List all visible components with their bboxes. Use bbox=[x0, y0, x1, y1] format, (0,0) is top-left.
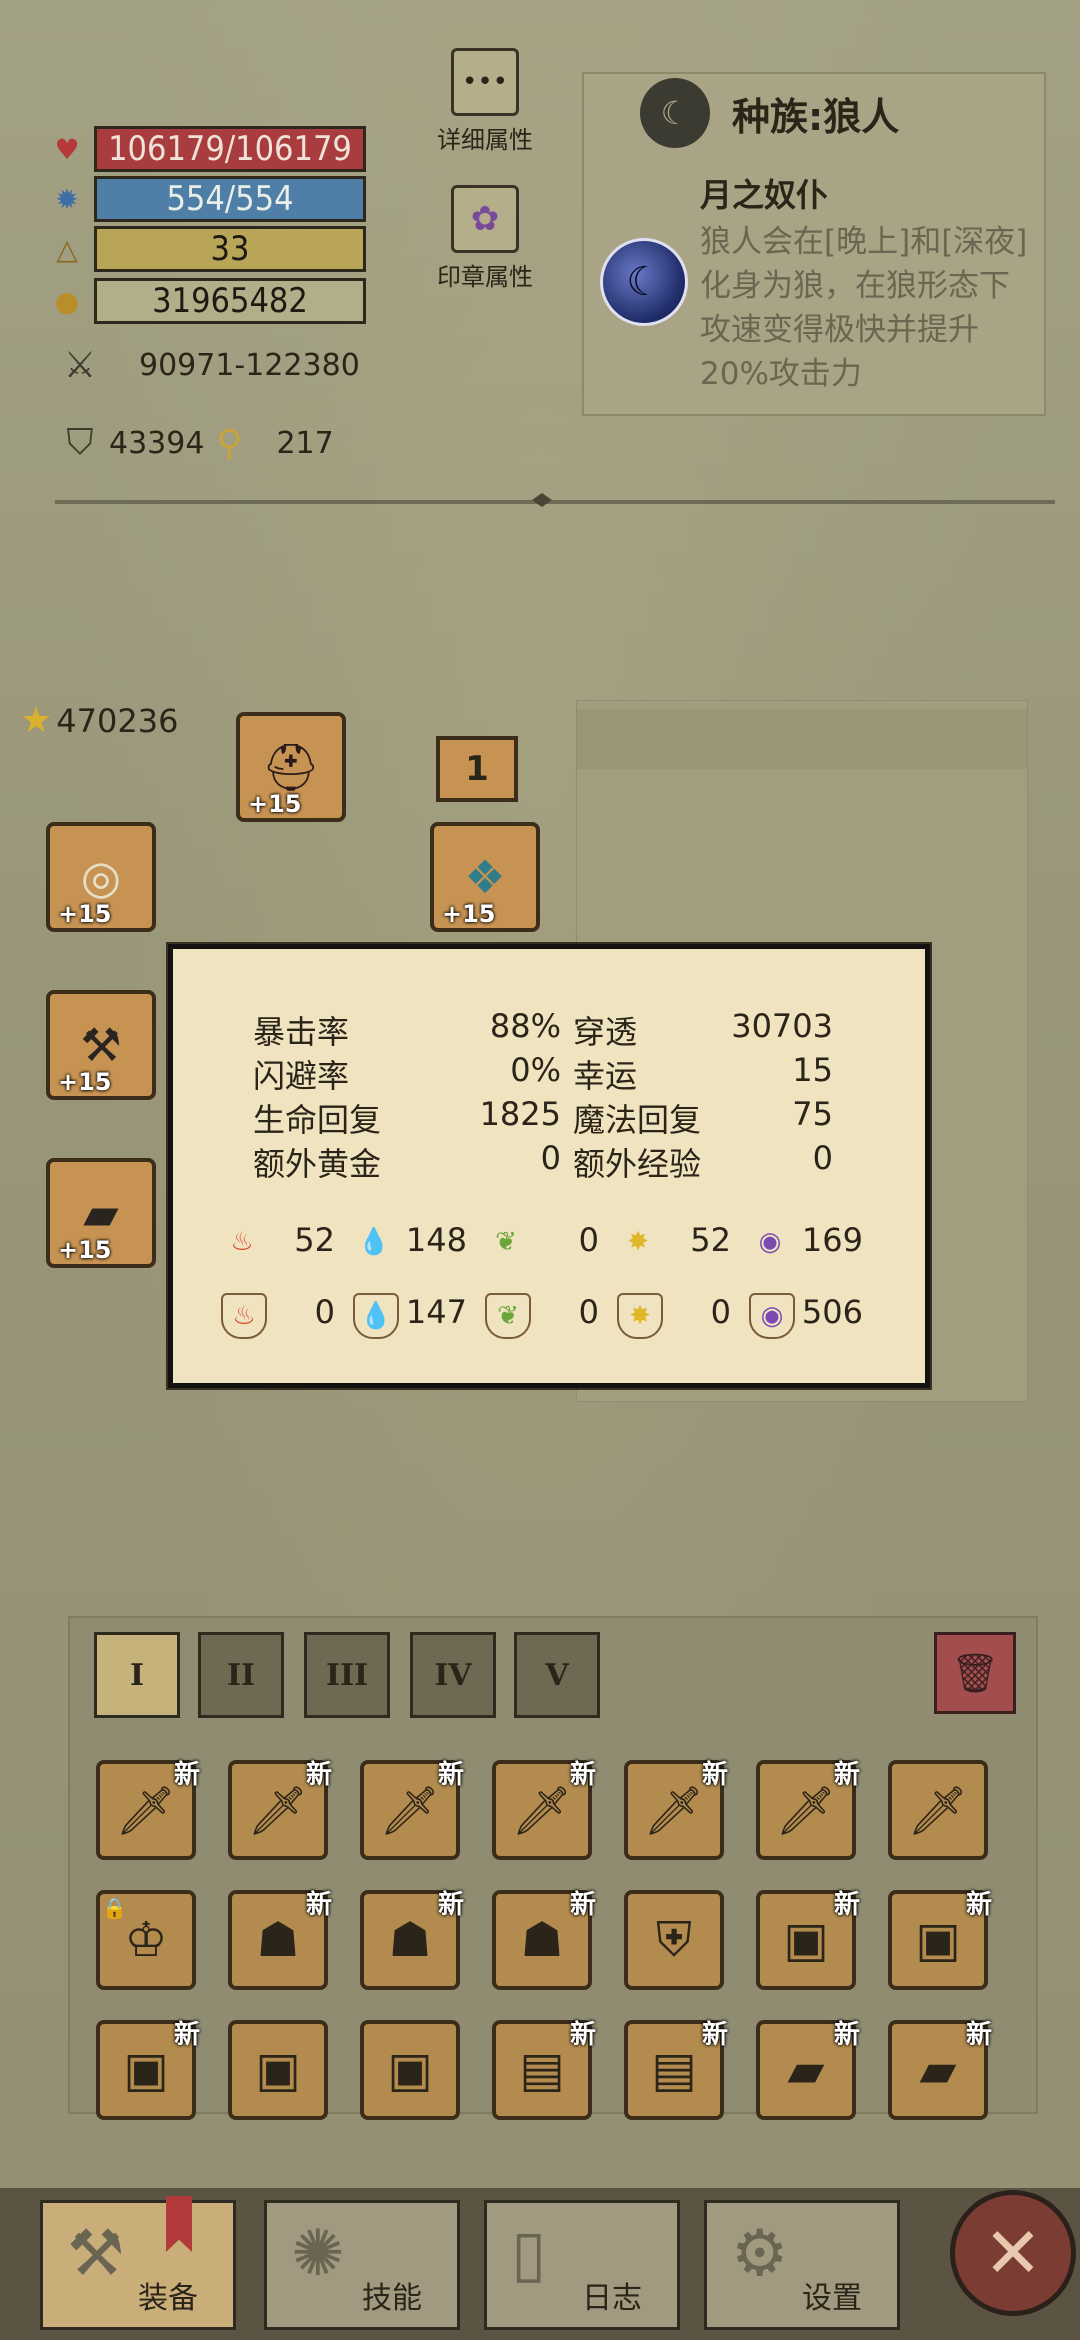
boots-icon: ▰ bbox=[787, 2042, 825, 2098]
dagger-icon: 🗡 bbox=[379, 1782, 441, 1839]
inventory-item[interactable]: ▰ 新 bbox=[756, 2020, 860, 2120]
inventory-item[interactable]: ☗ 新 bbox=[360, 1890, 464, 1990]
chest-armor-icon: ▣ bbox=[123, 2042, 169, 2098]
axe-icon: ⚒ bbox=[67, 2217, 125, 2291]
dagger-icon: 🗡 bbox=[643, 1782, 705, 1839]
nav-skill[interactable]: ✺ 技能 bbox=[264, 2200, 460, 2330]
dagger-icon: 🗡 bbox=[907, 1782, 969, 1839]
gear-icon: ⚙ bbox=[731, 2217, 789, 2291]
tab-page-1[interactable]: I bbox=[94, 1632, 180, 1718]
chest-armor-icon: ▣ bbox=[783, 1912, 829, 1968]
horned-helmet-icon: ☗ bbox=[388, 1912, 432, 1968]
nav-settings[interactable]: ⚙ 设置 bbox=[704, 2200, 900, 2330]
nav-equip[interactable]: ⚒ 装备 bbox=[40, 2200, 236, 2330]
inventory-item[interactable]: ▣ 新 bbox=[756, 1890, 860, 1990]
skill-sigil-icon: ✺ bbox=[291, 2217, 345, 2291]
inventory-item[interactable]: ⛨ bbox=[624, 1890, 724, 1990]
leg-armor-icon: ▤ bbox=[519, 2042, 565, 2098]
chest-armor-icon: ▣ bbox=[387, 2042, 433, 2098]
boots-icon: ▰ bbox=[919, 2042, 957, 2098]
leg-armor-icon: ▤ bbox=[651, 2042, 697, 2098]
inventory-item[interactable]: 🗡 新 bbox=[492, 1760, 596, 1860]
horned-helmet-icon: ☗ bbox=[256, 1912, 300, 1968]
tab-page-3[interactable]: III bbox=[304, 1632, 390, 1718]
trash-icon[interactable]: 🗑 bbox=[934, 1632, 1016, 1714]
dagger-icon: 🗡 bbox=[247, 1782, 309, 1839]
chest-armor-icon: ▣ bbox=[915, 1912, 961, 1968]
inventory-item[interactable]: 🗡 新 bbox=[756, 1760, 860, 1860]
inventory-item[interactable]: ▣ bbox=[360, 2020, 460, 2120]
nav-log[interactable]: ▯ 日志 bbox=[484, 2200, 680, 2330]
chest-armor-icon: ▣ bbox=[255, 2042, 301, 2098]
tab-page-5[interactable]: V bbox=[514, 1632, 600, 1718]
tab-page-2[interactable]: II bbox=[198, 1632, 284, 1718]
inventory-item[interactable]: 🔒 ♔ bbox=[96, 1890, 196, 1990]
dagger-icon: 🗡 bbox=[511, 1782, 573, 1839]
inventory-item[interactable]: 🗡 新 bbox=[228, 1760, 332, 1860]
inventory-item[interactable]: 🗡 bbox=[888, 1760, 988, 1860]
dagger-icon: 🗡 bbox=[115, 1782, 177, 1839]
inventory-item[interactable]: 🗡 新 bbox=[96, 1760, 200, 1860]
inventory-item[interactable]: 🗡 新 bbox=[360, 1760, 464, 1860]
inventory-item[interactable]: ▣ 新 bbox=[96, 2020, 200, 2120]
inventory-item[interactable]: ▣ bbox=[228, 2020, 328, 2120]
circlet-icon: ♔ bbox=[124, 1912, 168, 1968]
lock-icon: 🔒 bbox=[102, 1896, 127, 1920]
tab-page-4[interactable]: IV bbox=[410, 1632, 496, 1718]
close-icon[interactable]: ✕ bbox=[950, 2190, 1076, 2316]
inventory-item[interactable]: ☗ 新 bbox=[228, 1890, 332, 1990]
inventory-item[interactable]: ▣ 新 bbox=[888, 1890, 992, 1990]
inventory-item[interactable]: ▤ 新 bbox=[624, 2020, 728, 2120]
inventory-item[interactable]: ▤ 新 bbox=[492, 2020, 596, 2120]
inventory-item[interactable]: ▰ 新 bbox=[888, 2020, 992, 2120]
inventory-item[interactable]: 🗡 新 bbox=[624, 1760, 728, 1860]
journal-icon: ▯ bbox=[511, 2217, 547, 2291]
dagger-icon: 🗡 bbox=[775, 1782, 837, 1839]
shoulder-armor-icon: ⛨ bbox=[655, 1911, 692, 1968]
horned-helmet-icon: ☗ bbox=[520, 1912, 564, 1968]
inventory-item[interactable]: ☗ 新 bbox=[492, 1890, 596, 1990]
